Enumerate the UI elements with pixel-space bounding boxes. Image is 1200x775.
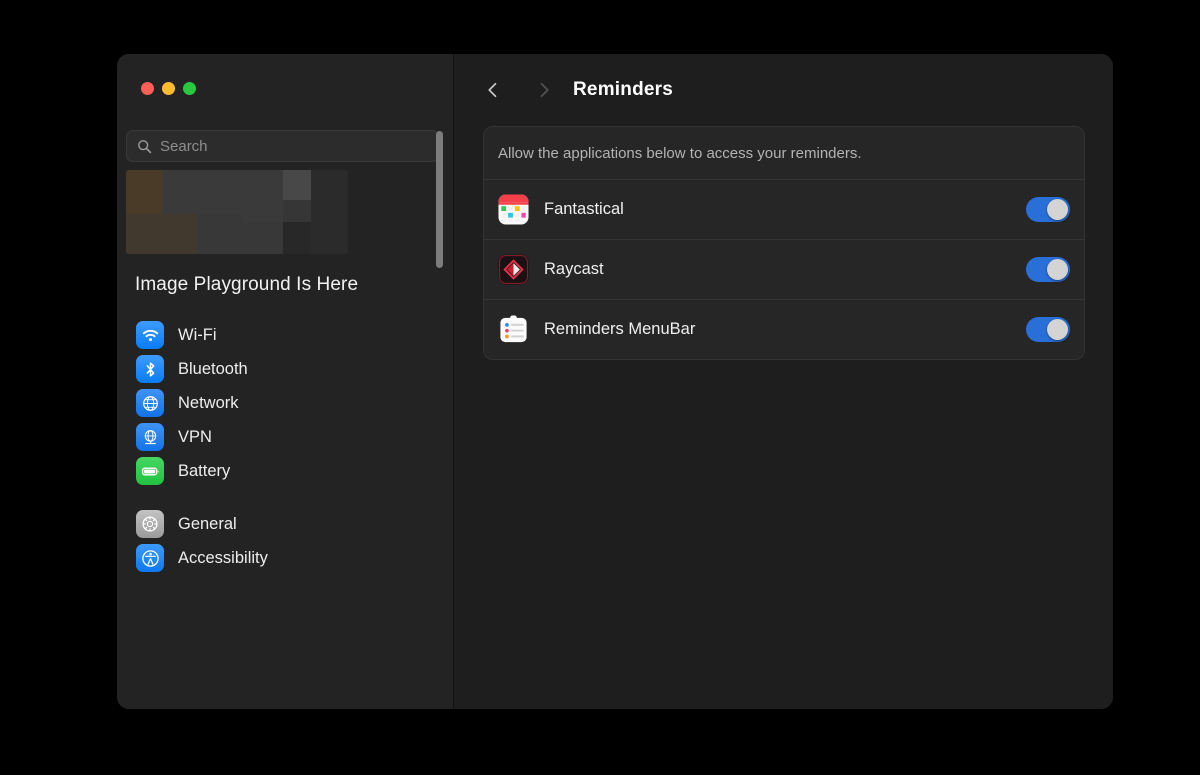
app-row[interactable]: Fantastical xyxy=(484,179,1084,239)
screen: Image Playground Is Here Wi-Fi xyxy=(0,0,1200,775)
sidebar-item-wifi[interactable]: Wi-Fi xyxy=(126,318,445,352)
sidebar-scrollbar[interactable] xyxy=(436,131,443,268)
promo-title: Image Playground Is Here xyxy=(135,274,359,295)
gear-icon xyxy=(136,510,164,538)
wifi-icon xyxy=(136,321,164,349)
app-name: Reminders MenuBar xyxy=(544,320,696,338)
toggle-knob xyxy=(1047,319,1068,340)
system-settings-window: Image Playground Is Here Wi-Fi xyxy=(117,54,1113,709)
app-permission-toggle[interactable] xyxy=(1026,257,1070,282)
page-title: Reminders xyxy=(573,79,674,100)
raycast-app-icon xyxy=(498,254,529,285)
chevron-left-icon[interactable] xyxy=(478,75,508,105)
app-permission-toggle[interactable] xyxy=(1026,317,1070,342)
globe-icon xyxy=(136,389,164,417)
bluetooth-icon xyxy=(136,355,164,383)
toggle-knob xyxy=(1047,259,1068,280)
sidebar-item-bluetooth[interactable]: Bluetooth xyxy=(126,352,445,386)
app-row[interactable]: Raycast xyxy=(484,239,1084,299)
search-field[interactable] xyxy=(126,130,439,162)
navigation-header: Reminders xyxy=(454,54,1113,126)
toggle-knob xyxy=(1047,199,1068,220)
content-pane: Reminders Allow the applications below t… xyxy=(454,54,1113,709)
sidebar-item-label: General xyxy=(178,514,237,533)
sidebar-item-general[interactable]: General xyxy=(126,507,445,541)
pixelated-promo-image[interactable] xyxy=(126,170,348,254)
sidebar-item-accessibility[interactable]: Accessibility xyxy=(126,541,445,575)
fantastical-app-icon xyxy=(498,194,529,225)
sidebar-item-label: VPN xyxy=(178,427,212,446)
app-row[interactable]: Reminders MenuBar xyxy=(484,299,1084,359)
app-permission-toggle[interactable] xyxy=(1026,197,1070,222)
accessibility-icon xyxy=(136,544,164,572)
search-icon xyxy=(137,139,152,154)
sidebar-list: Wi-Fi Bluetooth Network VPN Battery Gene… xyxy=(117,318,453,575)
permissions-card: Allow the applications below to access y… xyxy=(483,126,1085,360)
sidebar-item-label: Bluetooth xyxy=(178,359,248,378)
app-name: Raycast xyxy=(544,260,604,278)
sidebar-group-divider xyxy=(117,488,453,507)
vpn-globe-icon xyxy=(136,423,164,451)
battery-icon xyxy=(136,457,164,485)
card-description: Allow the applications below to access y… xyxy=(498,145,862,162)
sidebar: Image Playground Is Here Wi-Fi xyxy=(117,54,454,709)
reminders-menubar-app-icon xyxy=(498,314,529,345)
search-input[interactable] xyxy=(160,137,428,155)
sidebar-item-label: Accessibility xyxy=(178,548,268,567)
chevron-right-icon[interactable] xyxy=(529,75,559,105)
sidebar-item-label: Wi-Fi xyxy=(178,325,217,344)
app-name: Fantastical xyxy=(544,200,624,218)
sidebar-item-battery[interactable]: Battery xyxy=(126,454,445,488)
sidebar-item-label: Battery xyxy=(178,461,231,480)
sidebar-item-label: Network xyxy=(178,393,239,412)
close-button[interactable] xyxy=(141,82,154,95)
zoom-button[interactable] xyxy=(183,82,196,95)
sidebar-scroll-area[interactable]: Image Playground Is Here Wi-Fi Bluetooth… xyxy=(117,170,453,709)
window-controls xyxy=(141,82,196,95)
minimize-button[interactable] xyxy=(162,82,175,95)
sidebar-item-vpn[interactable]: VPN xyxy=(126,420,445,454)
sidebar-item-network[interactable]: Network xyxy=(126,386,445,420)
